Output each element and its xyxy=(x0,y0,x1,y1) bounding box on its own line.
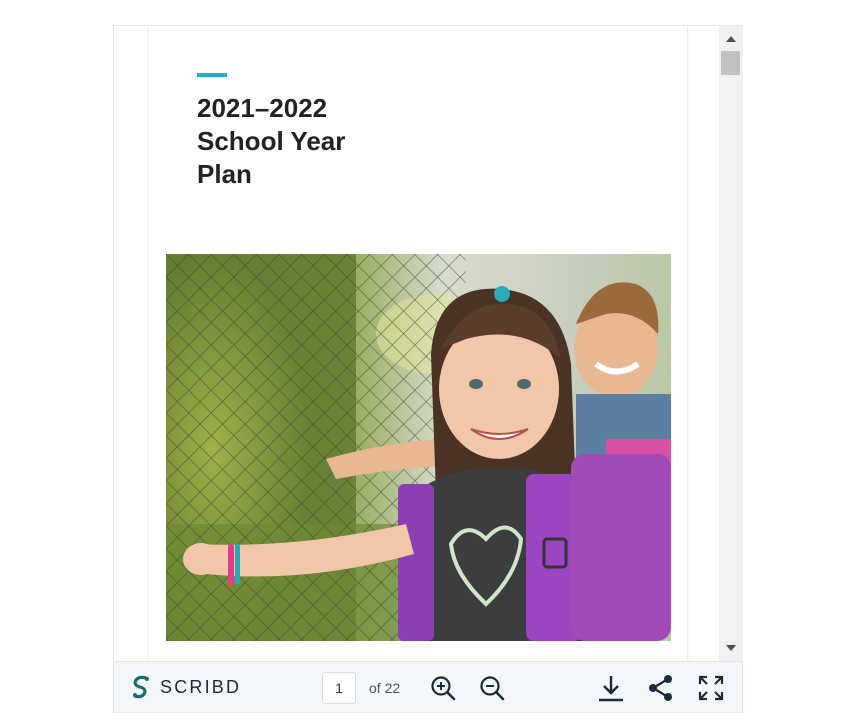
brand-label: SCRIBD xyxy=(160,676,242,697)
zoom-out-icon xyxy=(480,676,505,701)
download-button[interactable] xyxy=(596,673,626,703)
fullscreen-button[interactable] xyxy=(696,673,726,703)
zoom-out-button[interactable] xyxy=(477,673,507,703)
scribd-brand-link[interactable]: SCRIBD xyxy=(130,674,241,700)
viewer-toolbar: SCRIBD of 22 xyxy=(114,661,742,712)
title-accent-bar xyxy=(197,73,227,77)
title-line-school-year: School Year xyxy=(197,126,346,156)
document-page: 2021–2022 School Year Plan xyxy=(148,26,688,661)
zoom-in-button[interactable] xyxy=(428,673,458,703)
page-number-input[interactable] xyxy=(322,672,356,704)
scroll-up-arrow-icon xyxy=(726,36,736,42)
cover-photo xyxy=(166,254,671,641)
document-viewport[interactable]: 2021–2022 School Year Plan xyxy=(114,26,719,661)
scroll-up-button[interactable] xyxy=(719,29,743,49)
download-icon xyxy=(599,676,623,702)
title-line-year: 2021–2022 xyxy=(197,93,328,123)
fullscreen-icon xyxy=(698,675,724,701)
cover-photo-illustration xyxy=(166,254,671,641)
title-line-plan: Plan xyxy=(197,159,252,189)
page-count-label: of 22 xyxy=(369,680,401,696)
document-embed: 2021–2022 School Year Plan SCRIBD 1 of 2… xyxy=(113,25,743,713)
vertical-scrollbar[interactable] xyxy=(719,26,743,661)
scribd-logo-icon xyxy=(133,675,149,699)
scroll-down-button[interactable] xyxy=(719,638,743,658)
share-button[interactable] xyxy=(646,673,676,703)
document-title: 2021–2022 School Year Plan xyxy=(197,92,345,191)
scrollbar-thumb[interactable] xyxy=(721,51,740,75)
share-icon xyxy=(649,675,672,701)
zoom-in-icon xyxy=(431,676,456,701)
scroll-down-arrow-icon xyxy=(726,645,736,651)
